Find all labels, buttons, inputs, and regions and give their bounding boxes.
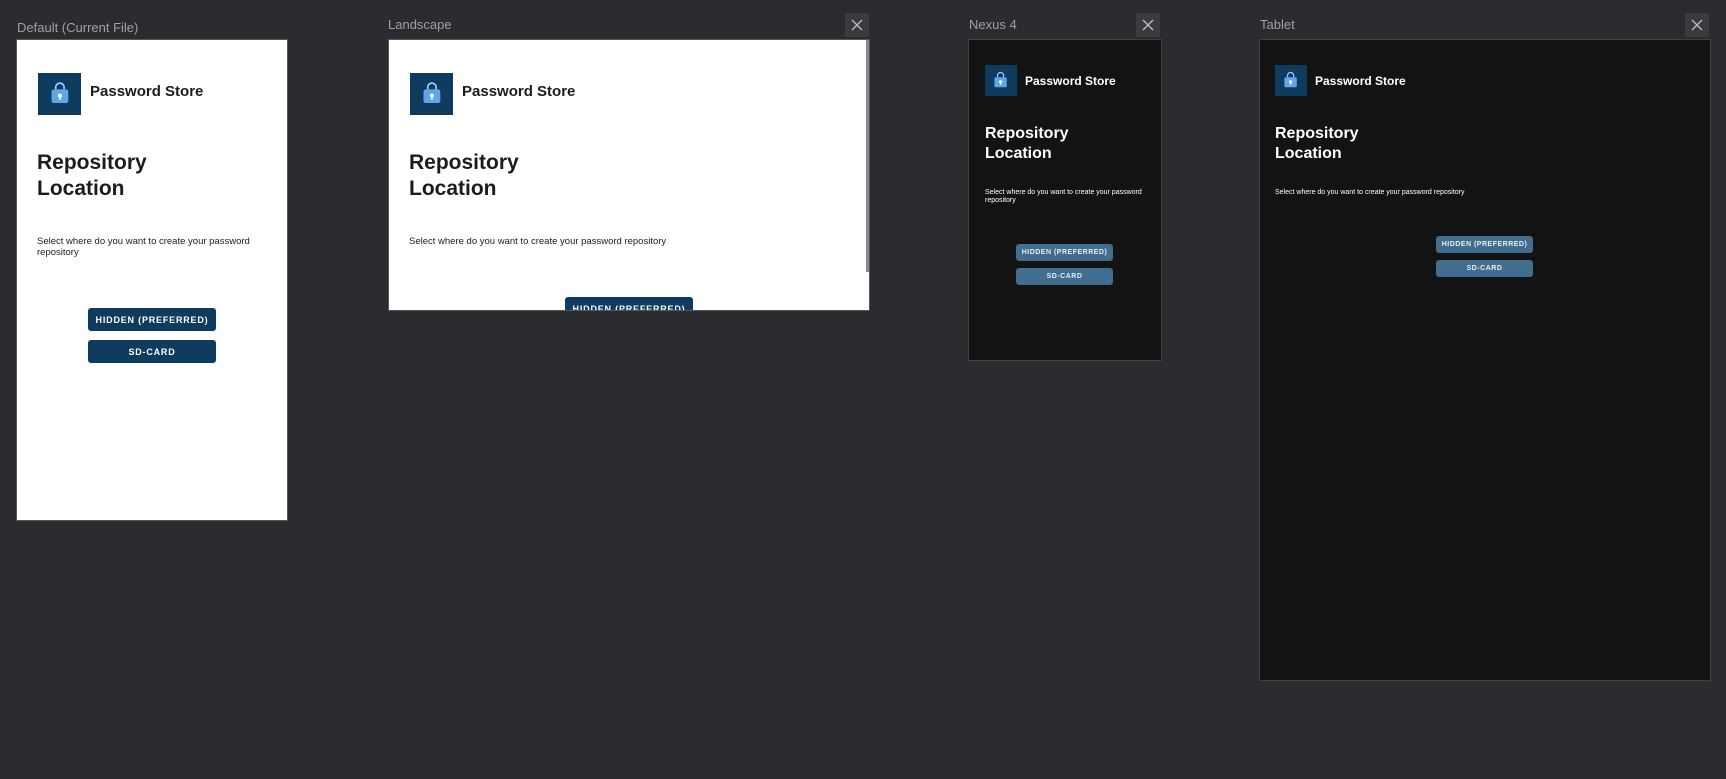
app-name: Password Store — [1315, 74, 1406, 88]
hidden-preferred-button[interactable]: HIDDEN (PREFERRED) — [88, 308, 216, 331]
sd-card-button[interactable]: SD-CARD — [1436, 260, 1533, 277]
close-icon — [851, 19, 863, 31]
page-title: Repository Location — [1275, 125, 1359, 162]
preview-frame-landscape[interactable]: Password Store Repository Location Selec… — [388, 39, 870, 311]
app-icon — [38, 73, 81, 115]
preview-frame-tablet[interactable]: Password Store Repository Location Selec… — [1259, 39, 1711, 681]
preview-frame-nexus-4[interactable]: Password Store Repository Location Selec… — [968, 39, 1162, 361]
description-text: Select where do you want to create your … — [985, 189, 1142, 204]
close-preview-landscape-button[interactable] — [845, 13, 869, 37]
sd-card-button[interactable]: SD-CARD — [1016, 268, 1113, 285]
preview-label-tablet: Tablet — [1260, 17, 1295, 32]
close-preview-nexus-4-button[interactable] — [1136, 13, 1160, 37]
page-title: Repository Location — [37, 151, 147, 200]
app-icon — [410, 73, 453, 115]
close-icon — [1691, 19, 1703, 31]
description-text: Select where do you want to create your … — [1275, 189, 1465, 196]
hidden-preferred-button[interactable]: HIDDEN (PREFERRED) — [1436, 236, 1533, 253]
description-text: Select where do you want to create your … — [409, 236, 667, 247]
page-title: Repository Location — [985, 125, 1069, 162]
app-name: Password Store — [1025, 74, 1116, 88]
lock-bag-icon — [994, 72, 1008, 88]
lock-bag-icon — [423, 82, 440, 104]
preview-frame-default[interactable]: Password Store Repository Location Selec… — [16, 39, 288, 521]
app-icon — [985, 65, 1017, 96]
hidden-preferred-button[interactable]: HIDDEN (PREFERRED) — [1016, 244, 1113, 261]
scrollbar[interactable] — [866, 40, 869, 272]
app-name: Password Store — [462, 83, 576, 100]
description-text: Select where do you want to create your … — [37, 236, 250, 258]
hidden-preferred-button[interactable]: HIDDEN (PREFERRED) — [565, 297, 693, 310]
preview-label-nexus-4: Nexus 4 — [969, 17, 1017, 32]
app-name: Password Store — [90, 83, 204, 100]
preview-label-landscape: Landscape — [388, 17, 452, 32]
page-title: Repository Location — [409, 151, 519, 200]
sd-card-button[interactable]: SD-CARD — [88, 340, 216, 363]
lock-bag-icon — [1284, 72, 1298, 88]
preview-label-default: Default (Current File) — [17, 20, 139, 35]
lock-bag-icon — [51, 82, 68, 104]
close-icon — [1142, 19, 1154, 31]
close-preview-tablet-button[interactable] — [1685, 13, 1709, 37]
app-icon — [1275, 65, 1307, 96]
